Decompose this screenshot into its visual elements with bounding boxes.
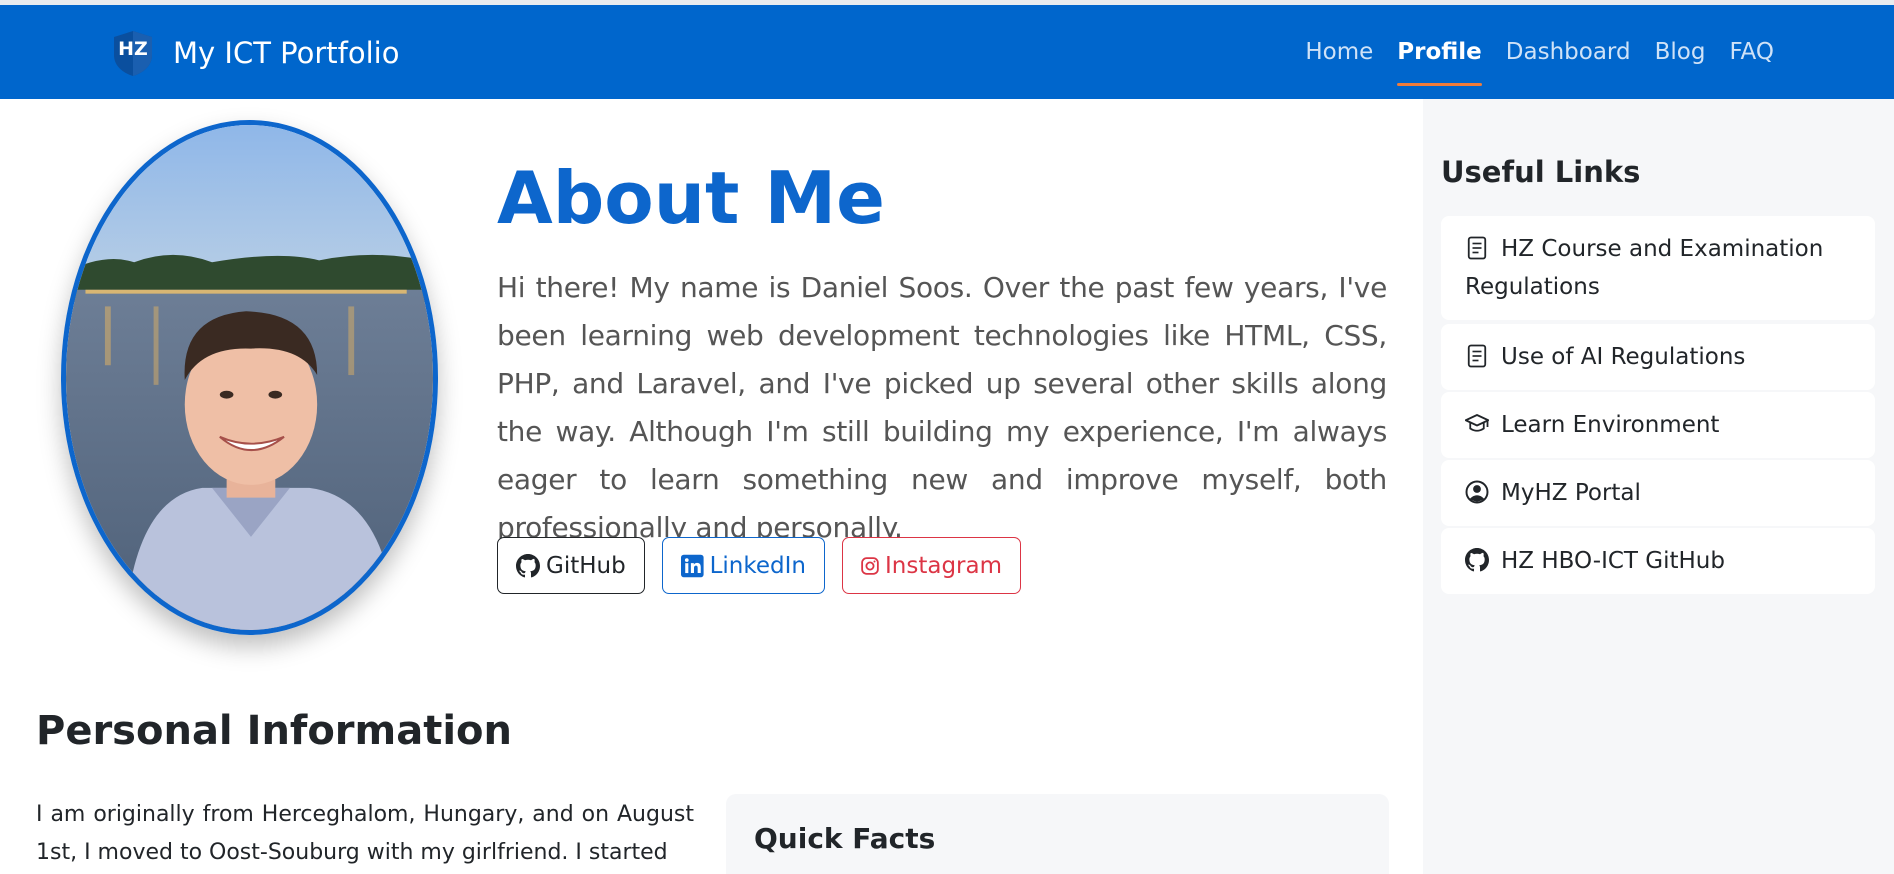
github-icon	[516, 553, 540, 577]
nav-faq[interactable]: FAQ	[1729, 5, 1774, 99]
personal-information-title: Personal Information	[36, 708, 512, 754]
profile-photo	[61, 120, 438, 635]
instagram-button-label: Instagram	[884, 552, 1002, 579]
nav-dashboard[interactable]: Dashboard	[1506, 5, 1631, 99]
link-ai-regulations-label: Use of AI Regulations	[1501, 344, 1746, 370]
link-myhz-portal[interactable]: MyHZ Portal	[1441, 460, 1875, 526]
quick-facts-title: Quick Facts	[754, 822, 936, 855]
github-button-label: GitHub	[546, 552, 626, 579]
link-learn-environment-label: Learn Environment	[1501, 412, 1720, 438]
document-icon	[1467, 344, 1487, 368]
about-text: Hi there! My name is Daniel Soos. Over t…	[497, 271, 1387, 544]
link-myhz-portal-label: MyHZ Portal	[1501, 480, 1641, 506]
github-button[interactable]: GitHub	[497, 537, 645, 594]
quick-facts-card: Quick Facts	[726, 794, 1389, 874]
link-ai-regulations[interactable]: Use of AI Regulations	[1441, 324, 1875, 390]
nav-blog[interactable]: Blog	[1655, 5, 1706, 99]
linkedin-button-label: LinkedIn	[709, 552, 806, 579]
link-course-regulations-label: HZ Course and Examination Regulations	[1465, 236, 1824, 300]
nav-home[interactable]: Home	[1305, 5, 1373, 99]
hz-shield-logo-icon: HZ	[114, 31, 152, 76]
svg-text:HZ: HZ	[118, 38, 148, 60]
main-nav: Home Profile Dashboard Blog FAQ	[1281, 5, 1774, 99]
linkedin-button[interactable]: LinkedIn	[662, 537, 825, 594]
link-learn-environment[interactable]: Learn Environment	[1441, 392, 1875, 458]
document-icon	[1467, 236, 1487, 260]
navbar: HZ My ICT Portfolio Home Profile Dashboa…	[0, 5, 1894, 99]
brand-link[interactable]: HZ My ICT Portfolio	[111, 29, 399, 77]
nav-profile[interactable]: Profile	[1397, 5, 1482, 99]
github-icon	[1465, 548, 1489, 572]
sidebar: Useful Links HZ Course and Examination R…	[1423, 99, 1894, 874]
instagram-icon	[861, 556, 879, 575]
brand-title: My ICT Portfolio	[173, 36, 400, 70]
link-course-regulations[interactable]: HZ Course and Examination Regulations	[1441, 216, 1875, 320]
sidebar-title: Useful Links	[1441, 155, 1641, 189]
graduation-cap-icon	[1465, 414, 1489, 432]
link-hbo-ict-github[interactable]: HZ HBO-ICT GitHub	[1441, 528, 1875, 594]
about-title: About Me	[497, 156, 885, 240]
linkedin-icon	[681, 554, 704, 577]
user-circle-icon	[1465, 480, 1489, 504]
link-hbo-ict-github-label: HZ HBO-ICT GitHub	[1501, 548, 1725, 574]
instagram-button[interactable]: Instagram	[842, 537, 1021, 594]
personal-information-text: I am originally from Herceghalom, Hungar…	[36, 802, 694, 865]
